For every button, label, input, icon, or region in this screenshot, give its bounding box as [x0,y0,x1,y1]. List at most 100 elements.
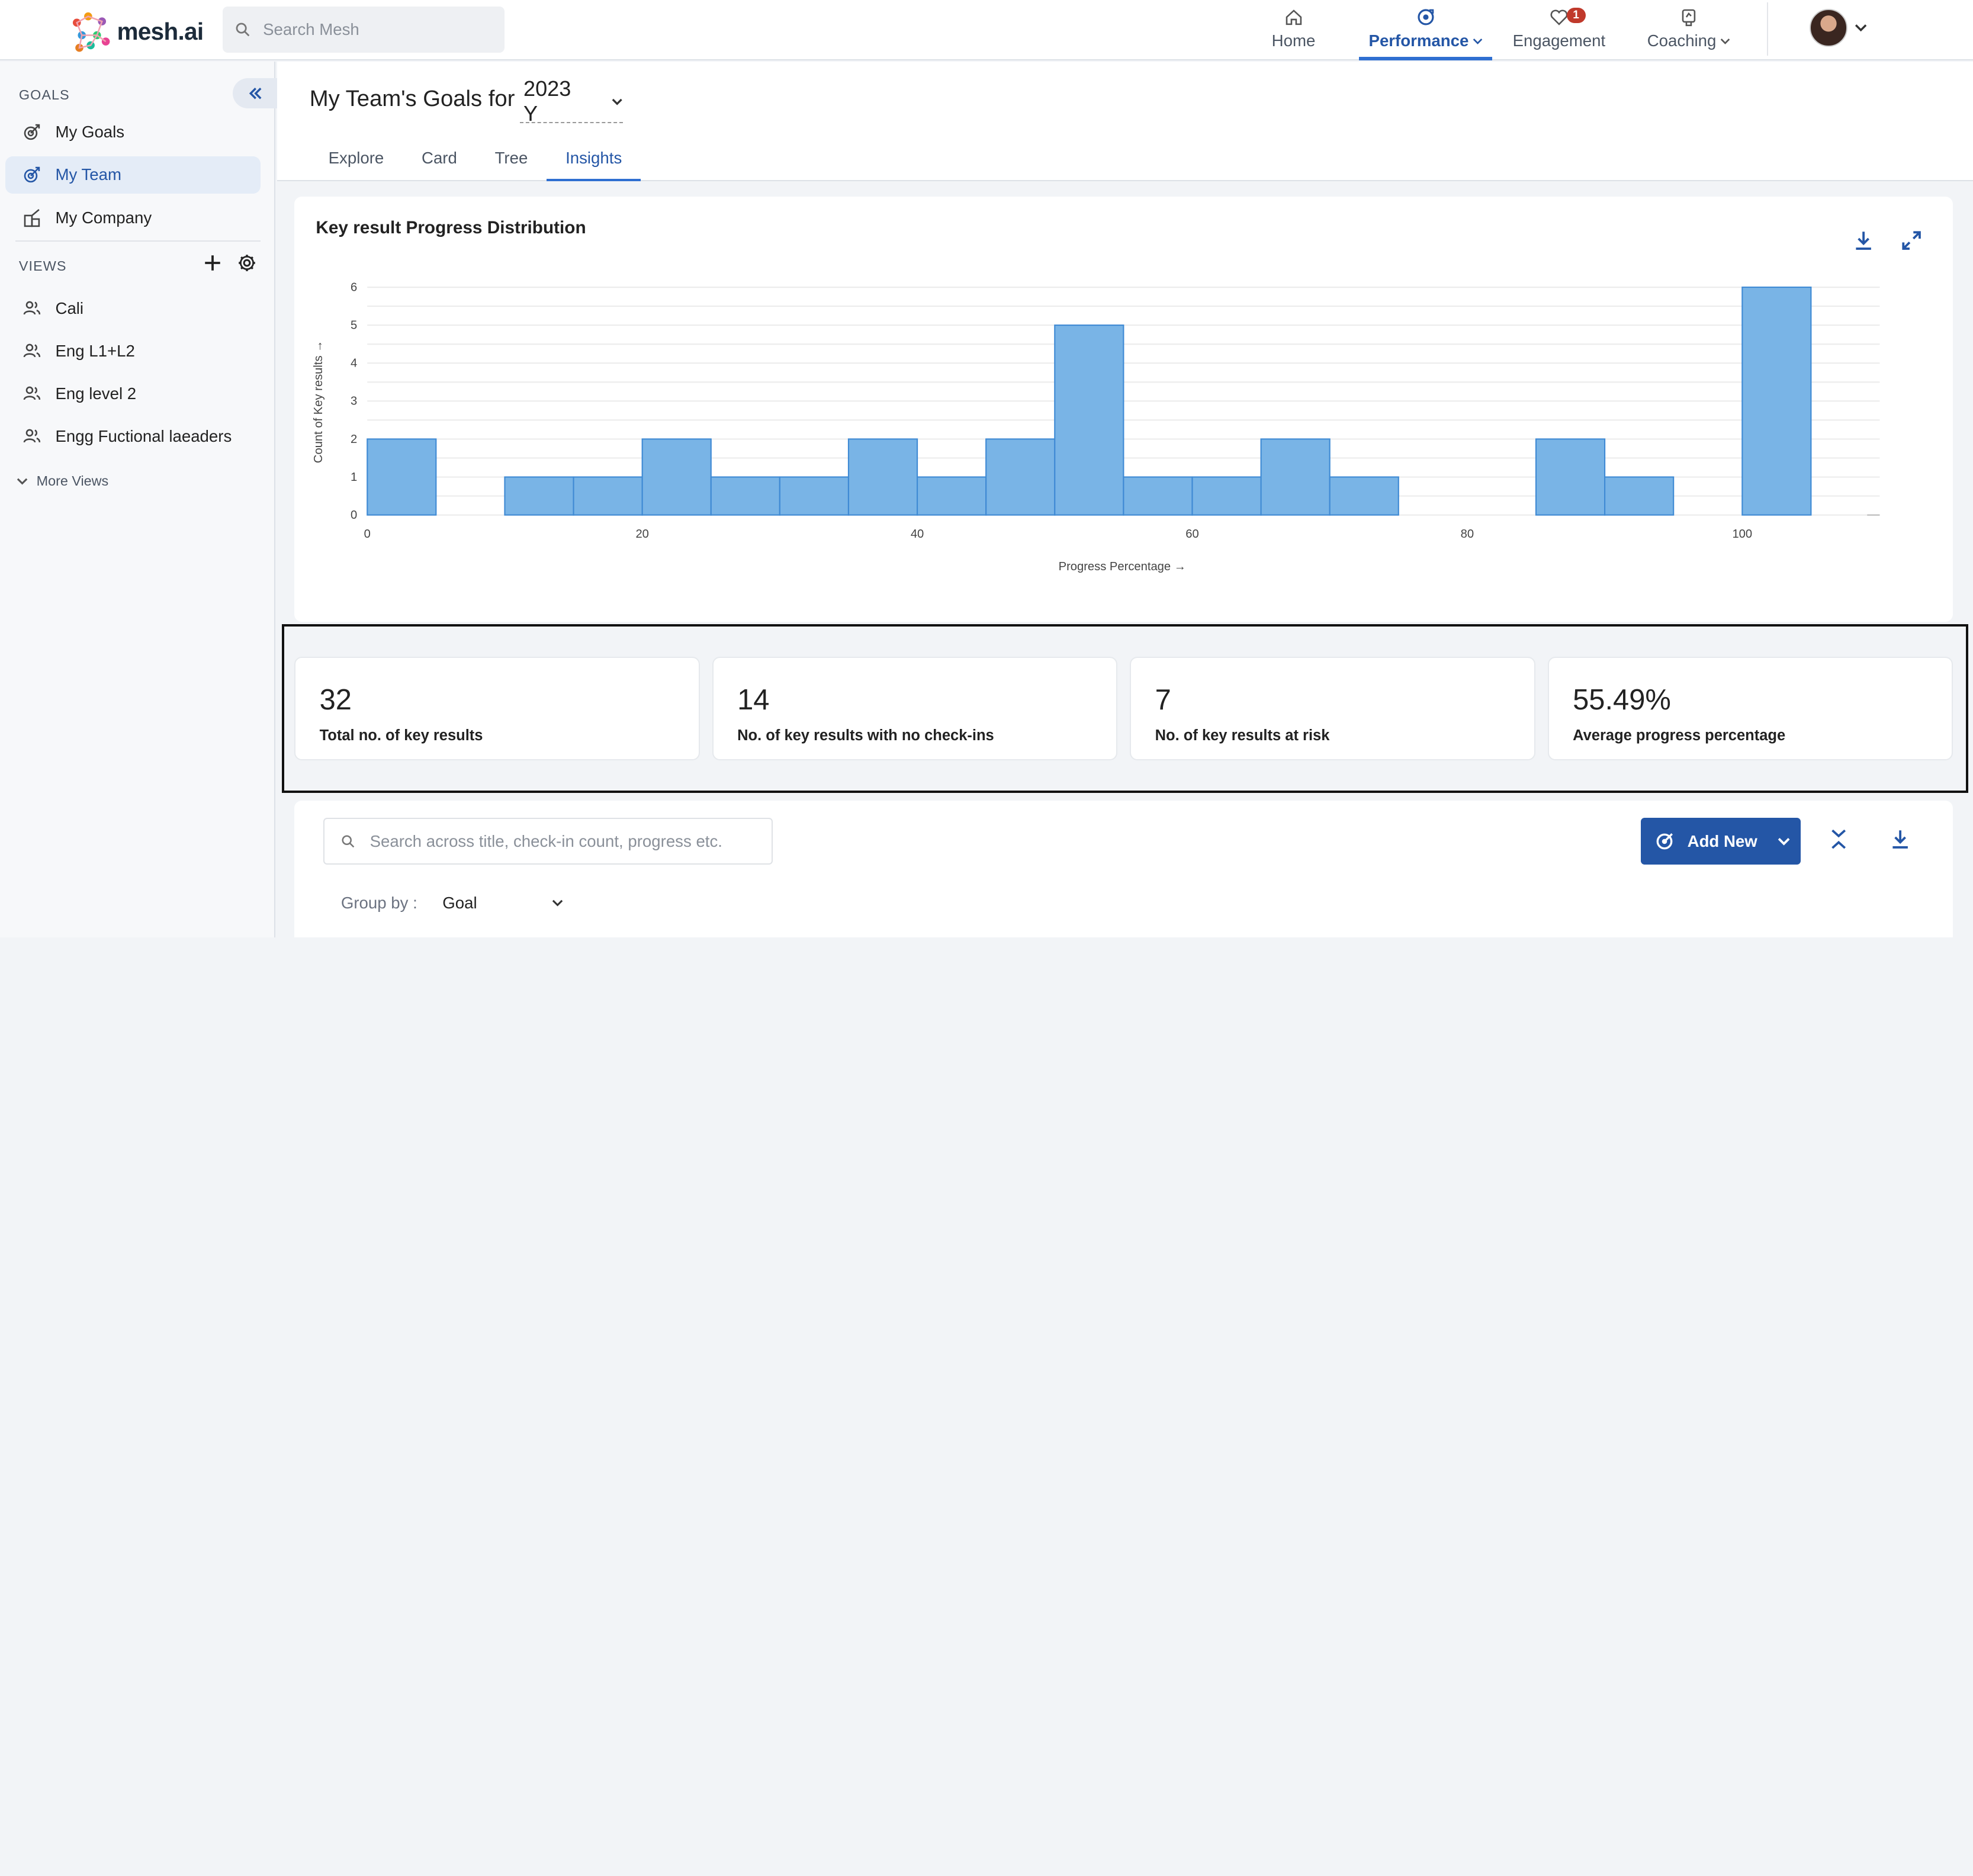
search-icon [341,834,355,848]
tab-card[interactable]: Card [403,140,476,181]
chart-y-tick-label: 0 [351,509,357,522]
search-icon [235,22,250,37]
page-title: My Team's Goals for [310,86,515,112]
company-icon [23,208,41,227]
collapse-all-icon[interactable] [1827,828,1850,850]
sidebar-item-my-goals[interactable]: My Goals [5,113,261,151]
performance-icon [1416,8,1435,27]
sidebar-item-label: Eng level 2 [56,384,137,403]
sidebar-item-eng-level-2[interactable]: Eng level 2 [5,375,261,413]
nav-coaching-label: Coaching [1647,31,1717,50]
tab-explore[interactable]: Explore [310,140,403,181]
key-results-search-input[interactable] [370,832,772,851]
kpi-label: No. of key results with no check-ins [737,727,994,744]
chart-y-tick-label: 4 [351,356,357,370]
more-views-toggle[interactable]: More Views [17,473,109,489]
chart-bar[interactable] [986,439,1055,515]
sidebar-item-engg-functional-leaders[interactable]: Engg Fuctional laeaders [5,418,261,456]
chart-bar[interactable] [574,477,642,515]
tab-tree[interactable]: Tree [476,140,547,181]
kpi-card-at-risk: 7 No. of key results at risk [1130,657,1535,760]
views-heading: VIEWS [19,258,67,274]
chart-bar[interactable] [1193,477,1261,515]
global-search[interactable] [223,7,505,53]
global-search-input[interactable] [263,20,490,39]
kpi-card-no-checkins: 14 No. of key results with no check-ins [712,657,1117,760]
chart-y-tick-label: 5 [351,319,357,332]
engagement-badge: 1 [1567,8,1586,23]
page-header: My Team's Goals for 2023 Y Explore Card … [277,62,1973,181]
chart-bar[interactable] [1330,477,1399,515]
sidebar-item-label: Eng L1+L2 [56,342,135,361]
nav-performance[interactable]: Performance [1359,0,1492,60]
sidebar-item-eng-l1-l2[interactable]: Eng L1+L2 [5,332,261,370]
nav-coaching[interactable]: Coaching [1647,0,1730,60]
kpi-value: 32 [320,683,352,717]
key-results-search[interactable] [323,818,773,865]
avatar[interactable] [1810,9,1847,47]
chevron-down-icon[interactable] [1855,21,1867,34]
kpi-value: 14 [737,683,769,717]
kpi-label: Total no. of key results [320,727,483,744]
chart-bar[interactable] [505,477,574,515]
chart-bar[interactable] [917,477,986,515]
nav-engagement[interactable]: 1 Engagement [1514,0,1604,60]
chart-bar[interactable] [780,477,849,515]
chart-x-tick-label: 100 [1733,527,1753,540]
chevron-down-icon [1720,36,1730,46]
chevron-down-icon [17,476,28,487]
year-select-value: 2023 Y [523,76,581,126]
add-view-icon[interactable] [203,253,223,273]
year-select[interactable]: 2023 Y [520,81,623,123]
chart-bar[interactable] [1743,287,1811,515]
sidebar-item-my-company[interactable]: My Company [5,199,261,237]
brand-logo[interactable]: mesh.ai [69,10,204,53]
download-icon[interactable] [1852,229,1875,252]
chart-bar[interactable] [1605,477,1673,515]
chart-bar[interactable] [368,439,436,515]
sidebar-item-my-team[interactable]: My Team [5,156,261,194]
nav-home-label: Home [1272,31,1316,50]
chart-bar[interactable] [1536,439,1605,515]
chart-actions [1852,229,1923,252]
key-results-list-panel: Add New Group by : Goal [294,801,1953,938]
chart-card: 0123456020406080100 Progress Percentage … [294,197,1953,622]
chart-bar[interactable] [849,439,917,515]
people-icon [23,299,41,318]
gear-icon[interactable] [237,253,257,273]
tab-insights[interactable]: Insights [547,140,641,181]
chart-bar[interactable] [1261,439,1330,515]
chart-bar[interactable] [1124,477,1193,515]
nav-engagement-label: Engagement [1513,31,1606,50]
chevron-down-icon[interactable] [1778,835,1790,847]
kpi-card-average-progress: 55.49% Average progress percentage [1548,657,1953,760]
chevron-down-icon [1473,36,1483,46]
chart-bar[interactable] [642,439,711,515]
people-icon [23,342,41,361]
chart-x-tick-label: 80 [1461,527,1474,540]
engagement-icon [1550,8,1569,27]
expand-icon[interactable] [1900,229,1923,252]
kpi-card-total: 32 Total no. of key results [294,657,699,760]
mesh-logo-icon [69,10,112,53]
chart-bar[interactable] [711,477,780,515]
add-new-button[interactable]: Add New [1641,818,1801,865]
user-menu[interactable] [1810,9,1868,47]
download-icon[interactable] [1889,828,1911,850]
chart-x-tick-label: 40 [911,527,924,540]
sidebar-divider [15,240,261,242]
double-chevron-left-icon [248,86,264,101]
goal-icon [23,165,41,184]
goals-heading: GOALS [19,87,70,103]
group-by-select[interactable]: Goal [442,894,563,913]
sidebar-item-cali[interactable]: Cali [5,290,261,327]
goal-add-icon [1654,831,1675,852]
nav-home[interactable]: Home [1271,0,1316,60]
chart-y-tick-label: 6 [351,281,357,294]
collapse-sidebar-button[interactable] [233,78,278,108]
add-new-label: Add New [1688,832,1757,851]
sidebar-item-label: Engg Fuctional laeaders [56,427,232,446]
chart-bar[interactable] [1055,325,1124,515]
group-by-control: Group by : Goal [341,894,563,913]
view-tabs: Explore Card Tree Insights [310,140,641,181]
